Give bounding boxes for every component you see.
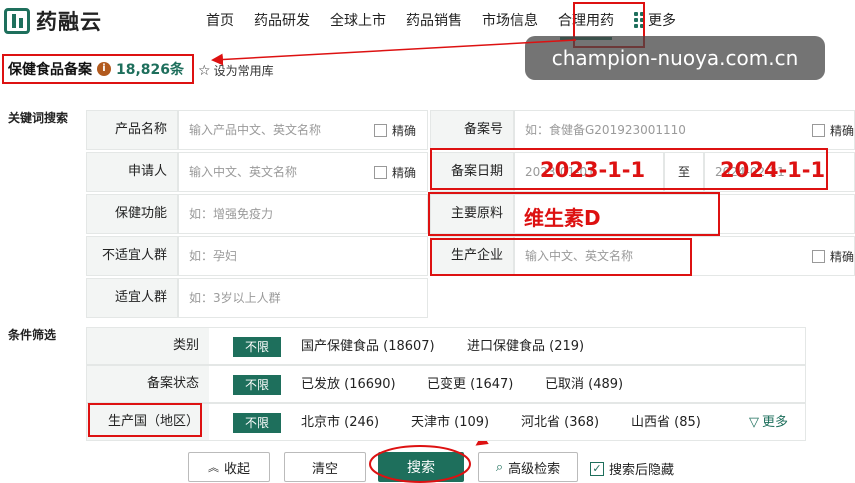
checkbox-icon <box>812 250 825 263</box>
suitable-group-input[interactable]: 如：3岁以上人群 <box>178 278 428 318</box>
checkbox-icon <box>812 124 825 137</box>
chevron-up-icon: ︽ <box>207 461 219 474</box>
check-icon: ✓ <box>590 461 604 476</box>
logo-icon <box>4 8 30 34</box>
filter-all-tag[interactable]: 不限 <box>233 413 281 433</box>
star-icon: ☆ <box>198 62 211 79</box>
filter-option[interactable]: 国产保健食品 (18607) <box>301 337 435 357</box>
annotation-material: 维生素D <box>524 206 601 230</box>
logo-text: 药融云 <box>36 10 102 34</box>
advanced-search-button[interactable]: ⌕ 高级检索 <box>478 452 578 482</box>
record-no-exact-checkbox[interactable]: 精确 <box>812 122 854 139</box>
nav-global-launch[interactable]: 全球上市 <box>330 10 386 30</box>
filter-option[interactable]: 北京市 (246) <box>301 413 379 433</box>
hide-after-search-label: 搜索后隐藏 <box>609 463 675 478</box>
product-name-exact-checkbox[interactable]: 精确 <box>374 122 416 139</box>
filter-label: 类别 <box>87 328 209 364</box>
collapse-button[interactable]: ︽ 收起 <box>188 452 270 482</box>
annotation-box-country <box>88 403 202 437</box>
nav-drug-rd[interactable]: 药品研发 <box>254 10 310 30</box>
filter-row-category: 类别 不限 国产保健食品 (18607) 进口保健食品 (219) <box>86 327 806 365</box>
filter-more-label: 更多 <box>762 415 789 430</box>
manufacturer-exact-checkbox[interactable]: 精确 <box>812 248 854 265</box>
info-icon[interactable]: i <box>97 62 111 76</box>
hide-after-search-checkbox[interactable]: ✓ 搜索后隐藏 <box>590 459 674 478</box>
collapse-label: 收起 <box>223 461 250 477</box>
annotation-date-to: 2024-1-1 <box>720 158 826 182</box>
exact-label: 精确 <box>392 124 417 138</box>
annotation-ellipse-search <box>369 445 471 483</box>
advanced-search-label: 高级检索 <box>508 461 561 477</box>
set-favorite-label: 设为常用库 <box>213 64 274 78</box>
record-count: 18,826条 <box>116 62 185 78</box>
page-title: 保健食品备案 i 18,826条 <box>8 59 184 79</box>
exact-label: 精确 <box>830 250 855 264</box>
filter-option[interactable]: 已变更 (1647) <box>427 375 513 395</box>
section-label-filters: 条件筛选 <box>8 328 57 342</box>
nav-more-label: 更多 <box>648 13 676 29</box>
filter-option[interactable]: 河北省 (368) <box>521 413 599 433</box>
label-health-function: 保健功能 <box>86 194 178 234</box>
watermark: champion-nuoya.com.cn <box>525 36 825 80</box>
nav-home[interactable]: 首页 <box>206 10 234 30</box>
nav-drug-sales[interactable]: 药品销售 <box>406 10 462 30</box>
filter-option[interactable]: 山西省 (85) <box>631 413 701 433</box>
filter-row-status: 备案状态 不限 已发放 (16690) 已变更 (1647) 已取消 (489) <box>86 365 806 403</box>
section-label-keyword: 关键词搜索 <box>8 111 69 125</box>
filter-option[interactable]: 进口保健食品 (219) <box>467 337 584 357</box>
checkbox-icon <box>374 166 387 179</box>
applicant-exact-checkbox[interactable]: 精确 <box>374 164 416 181</box>
filter-all-tag[interactable]: 不限 <box>233 337 281 357</box>
filter-option[interactable]: 已发放 (16690) <box>301 375 396 395</box>
label-record-no: 备案号 <box>430 110 514 150</box>
label-unsuitable-group: 不适宜人群 <box>86 236 178 276</box>
filter-label: 备案状态 <box>87 366 209 402</box>
logo[interactable]: 药融云 <box>4 6 102 36</box>
checkbox-icon <box>374 124 387 137</box>
filter-option[interactable]: 已取消 (489) <box>545 375 623 395</box>
filter-more-button[interactable]: ▽ 更多 <box>749 413 788 433</box>
advanced-search-icon: ⌕ <box>495 459 504 475</box>
label-product-name: 产品名称 <box>86 110 178 150</box>
filter-icon: ▽ <box>749 415 759 430</box>
exact-label: 精确 <box>830 124 855 138</box>
record-no-input[interactable]: 如：食健备G201923001110 <box>514 110 855 150</box>
health-function-input[interactable]: 如：增强免疫力 <box>178 194 428 234</box>
top-navbar: 药融云 首页 药品研发 全球上市 药品销售 市场信息 合理用药 更多 <box>0 0 855 40</box>
set-favorite-button[interactable]: ☆ 设为常用库 <box>198 62 274 79</box>
annotation-box-manufacturer <box>430 238 692 276</box>
annotation-date-from: 2023-1-1 <box>540 158 646 182</box>
nav-market-info[interactable]: 市场信息 <box>482 10 538 30</box>
clear-button[interactable]: 清空 <box>284 452 366 482</box>
filter-option[interactable]: 天津市 (109) <box>411 413 489 433</box>
unsuitable-group-input[interactable]: 如：孕妇 <box>178 236 428 276</box>
page-title-text: 保健食品备案 <box>8 62 92 78</box>
label-suitable-group: 适宜人群 <box>86 278 178 318</box>
filter-all-tag[interactable]: 不限 <box>233 375 281 395</box>
exact-label: 精确 <box>392 166 417 180</box>
label-applicant: 申请人 <box>86 152 178 192</box>
